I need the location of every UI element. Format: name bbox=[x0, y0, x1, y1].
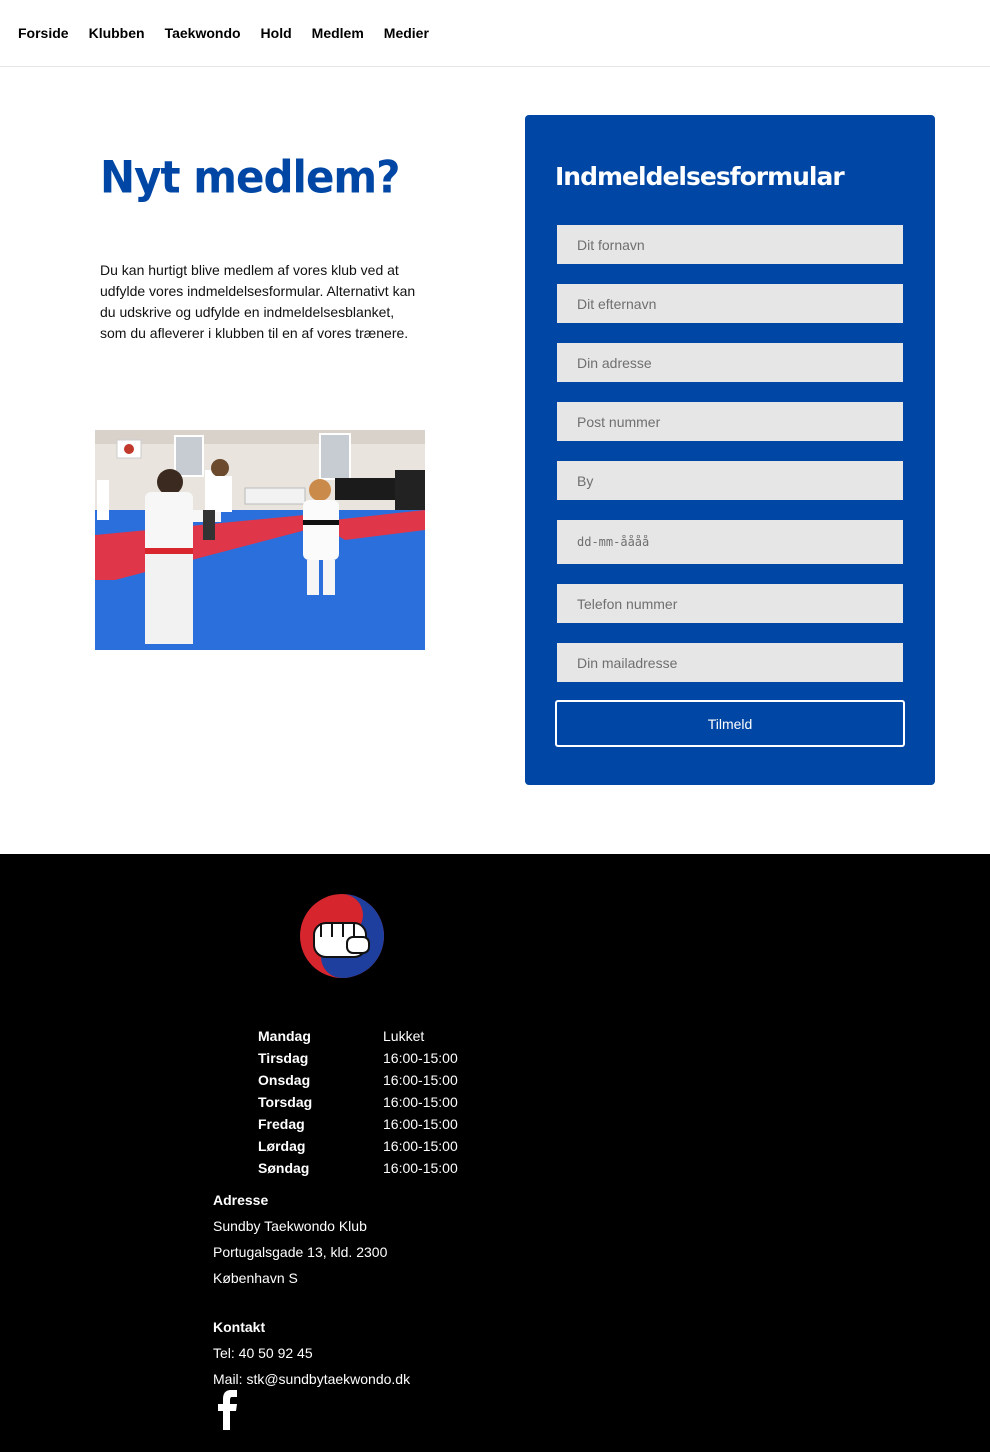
hours-row: Fredag 16:00-15:00 bbox=[258, 1113, 458, 1135]
hours-day: Lørdag bbox=[258, 1138, 306, 1154]
hours-day: Mandag bbox=[258, 1028, 311, 1044]
lastname-field[interactable] bbox=[557, 284, 903, 323]
submit-button[interactable]: Tilmeld bbox=[555, 700, 905, 747]
contact-block: Kontakt Tel: 40 50 92 45 Mail: stk@sundb… bbox=[213, 1314, 410, 1392]
postcode-field[interactable] bbox=[557, 402, 903, 441]
hours-day: Tirsdag bbox=[258, 1050, 309, 1066]
city-field[interactable] bbox=[557, 461, 903, 500]
page-title: Nyt medlem? bbox=[100, 151, 401, 204]
top-navigation: Forside Klubben Taekwondo Hold Medlem Me… bbox=[0, 0, 990, 67]
nav-item-forside[interactable]: Forside bbox=[18, 25, 69, 41]
nav-item-klubben[interactable]: Klubben bbox=[89, 25, 145, 41]
hours-time: 16:00-15:00 bbox=[383, 1072, 458, 1088]
training-photo bbox=[95, 430, 425, 650]
training-photo-illustration bbox=[95, 430, 425, 650]
opening-hours: Mandag Lukket Tirsdag 16:00-15:00 Onsdag 16… bbox=[258, 1025, 458, 1179]
hours-row: Tirsdag 16:00-15:00 bbox=[258, 1047, 458, 1069]
hours-day: Fredag bbox=[258, 1116, 305, 1132]
hours-row: Lørdag 16:00-15:00 bbox=[258, 1135, 458, 1157]
footer: Mandag Lukket Tirsdag 16:00-15:00 Onsdag 16… bbox=[0, 854, 990, 1452]
address-line: Sundby Taekwondo Klub bbox=[213, 1218, 367, 1234]
hours-time: 16:00-15:00 bbox=[383, 1050, 458, 1066]
registration-panel: Indmeldelsesformular Tilmeld bbox=[525, 115, 935, 785]
contact-phone[interactable]: Tel: 40 50 92 45 bbox=[213, 1340, 410, 1366]
phone-field[interactable] bbox=[557, 584, 903, 623]
hours-row: Søndag 16:00-15:00 bbox=[258, 1157, 458, 1179]
hours-day: Torsdag bbox=[258, 1094, 313, 1110]
address-line: København S bbox=[213, 1270, 298, 1286]
address-heading: Adresse bbox=[213, 1192, 269, 1208]
email-field[interactable] bbox=[557, 643, 903, 682]
form-title: Indmeldelsesformular bbox=[555, 162, 845, 191]
hours-time: 16:00-15:00 bbox=[383, 1094, 458, 1110]
hours-row: Torsdag 16:00-15:00 bbox=[258, 1091, 458, 1113]
contact-heading: Kontakt bbox=[213, 1319, 266, 1335]
nav-item-medlem[interactable]: Medlem bbox=[312, 25, 364, 41]
nav-item-taekwondo[interactable]: Taekwondo bbox=[165, 25, 241, 41]
hours-time: 16:00-15:00 bbox=[383, 1160, 458, 1176]
hours-day: Onsdag bbox=[258, 1072, 311, 1088]
nav-menu: Forside Klubben Taekwondo Hold Medlem Me… bbox=[18, 25, 449, 41]
hours-time: 16:00-15:00 bbox=[383, 1138, 458, 1154]
facebook-icon[interactable] bbox=[216, 1390, 240, 1430]
fist-logo-icon bbox=[300, 894, 384, 978]
address-field[interactable] bbox=[557, 343, 903, 382]
intro-text: Du kan hurtigt blive medlem af vores klu… bbox=[100, 262, 416, 341]
address-line: Portugalsgade 13, kld. 2300 bbox=[213, 1244, 388, 1260]
nav-item-medier[interactable]: Medier bbox=[384, 25, 429, 41]
hours-time: 16:00-15:00 bbox=[383, 1116, 458, 1132]
nav-item-hold[interactable]: Hold bbox=[261, 25, 292, 41]
hours-time: Lukket bbox=[383, 1028, 425, 1044]
hours-row: Mandag Lukket bbox=[258, 1025, 458, 1047]
contact-mail[interactable]: Mail: stk@sundbytaekwondo.dk bbox=[213, 1366, 410, 1392]
hours-row: Onsdag 16:00-15:00 bbox=[258, 1069, 458, 1091]
address-block: Adresse Sundby Taekwondo Klub Portugalsg… bbox=[213, 1187, 387, 1291]
firstname-field[interactable] bbox=[557, 225, 903, 264]
hours-day: Søndag bbox=[258, 1160, 310, 1176]
birthdate-field[interactable] bbox=[557, 520, 903, 564]
